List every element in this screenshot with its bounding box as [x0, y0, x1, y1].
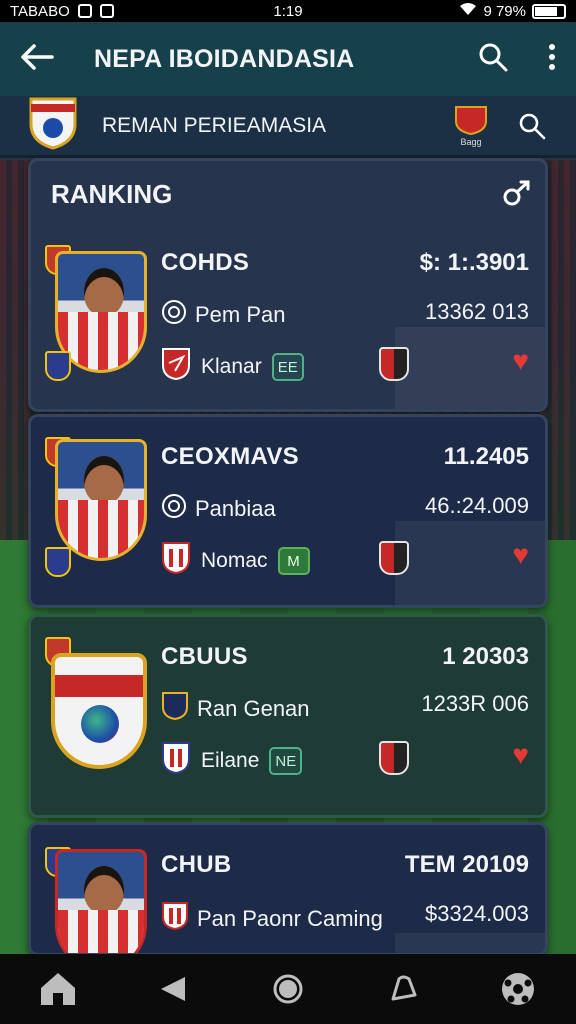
ranking-row-card[interactable]: CHUB TEM 20109 Pan Paonr Caming $3324.00… — [28, 822, 548, 956]
app-title: NEPA IBOIDANDASIA — [94, 44, 355, 73]
entry-meta: Eilane NE — [161, 741, 303, 781]
bottom-nav — [0, 954, 576, 1024]
entry-name: CHUB — [161, 851, 232, 878]
player-portrait — [55, 439, 147, 561]
notification-icon — [77, 4, 92, 18]
entry-meta-label: Nomac — [201, 549, 268, 572]
entry-value: 11.2405 — [443, 443, 529, 470]
club-emblem — [51, 653, 147, 769]
team-flag-icon — [379, 741, 409, 775]
app-bar: NEPA IBOIDANDASIA — [0, 22, 576, 96]
status-left-text: TABABO — [10, 2, 70, 20]
club-mini: Bagg — [454, 105, 488, 147]
entry-sub: Pan Paonr Caming — [161, 901, 383, 937]
favorite-heart-icon[interactable]: ♥ — [512, 739, 529, 771]
entry-tag: NE — [269, 747, 303, 775]
team-flag-icon — [379, 541, 409, 575]
entry-meta-label: Eilane — [201, 749, 260, 772]
favorite-heart-icon[interactable]: ♥ — [512, 539, 529, 571]
entry-name: CEOXMAVS — [161, 443, 299, 470]
more-vert-icon[interactable] — [548, 43, 556, 76]
club-badge-icon — [161, 691, 189, 727]
entry-sub-value: $3324.003 — [425, 901, 529, 926]
club-badge-icon — [161, 901, 189, 937]
coin-icon — [161, 299, 187, 331]
entry-sub: Pem Pan — [161, 299, 286, 331]
entry-sub-value: 13362 013 — [425, 299, 529, 324]
entry-sub-label: Pan Paonr Caming — [197, 906, 383, 931]
coin-icon — [161, 493, 187, 525]
entry-sub: Panbiaa — [161, 493, 276, 525]
search-icon[interactable] — [501, 179, 531, 214]
team-flag-icon — [379, 347, 409, 381]
home-circle-icon[interactable] — [264, 965, 312, 1013]
entry-sub-label: Ran Genan — [197, 696, 310, 721]
club-badge-icon — [161, 741, 191, 781]
club-crest-icon — [45, 351, 71, 381]
entry-value: 1 20303 — [442, 643, 529, 670]
league-label: REMAN PERIEAMASIA — [102, 113, 327, 137]
entry-meta: Klanar EE — [161, 347, 304, 387]
status-bar: TABABO 1:19 9 79% — [0, 0, 576, 22]
ranking-row-card[interactable]: CEOXMAVS 11.2405 Panbiaa 46.:24.009 Noma… — [28, 414, 548, 608]
battery-percent: 9 79% — [483, 2, 526, 20]
entry-sub-value: 1233R 006 — [421, 691, 529, 716]
entry-sub-value: 46.:24.009 — [425, 493, 529, 518]
entry-tag: EE — [271, 353, 304, 381]
entry-sub-label: Panbiaa — [195, 496, 276, 521]
club-badge-icon — [161, 347, 191, 387]
back-icon[interactable] — [20, 43, 54, 75]
entry-meta: Nomac M — [161, 541, 310, 581]
ranking-card[interactable]: RANKING COHDS $: 1:.3901 Pem Pan 13362 0… — [28, 158, 548, 412]
search-icon[interactable] — [478, 42, 508, 77]
search-icon[interactable] — [518, 112, 546, 145]
club-badge-icon — [161, 541, 191, 581]
battery-icon — [532, 3, 566, 19]
league-header: REMAN PERIEAMASIA Bagg — [0, 96, 576, 158]
entry-sub: Ran Genan — [161, 691, 310, 727]
soccer-ball-icon[interactable] — [494, 965, 542, 1013]
home-icon[interactable] — [34, 965, 82, 1013]
notification-bell-icon[interactable] — [379, 965, 427, 1013]
status-time: 1:19 — [273, 2, 303, 20]
favorite-heart-icon[interactable]: ♥ — [512, 345, 529, 377]
club-crest-icon — [45, 547, 71, 577]
wifi-icon — [459, 2, 477, 20]
entry-value: TEM 20109 — [404, 851, 529, 878]
entry-tag: M — [277, 547, 310, 575]
back-triangle-icon[interactable] — [149, 965, 197, 1013]
ranking-title: RANKING — [51, 179, 173, 209]
player-portrait — [55, 849, 147, 953]
ranking-row-card[interactable]: CBUUS 1 20303 Ran Genan 1233R 006 Eilane… — [28, 614, 548, 818]
app-icon — [99, 4, 114, 18]
entry-value: $: 1:.3901 — [419, 249, 529, 276]
entry-name: CBUUS — [161, 643, 248, 670]
league-crest-icon — [28, 96, 78, 155]
entry-sub-label: Pem Pan — [195, 302, 286, 327]
club-mini-label: Bagg — [460, 136, 482, 147]
entry-meta-label: Klanar — [201, 355, 262, 378]
row-shade — [395, 933, 545, 953]
entry-name: COHDS — [161, 249, 250, 276]
